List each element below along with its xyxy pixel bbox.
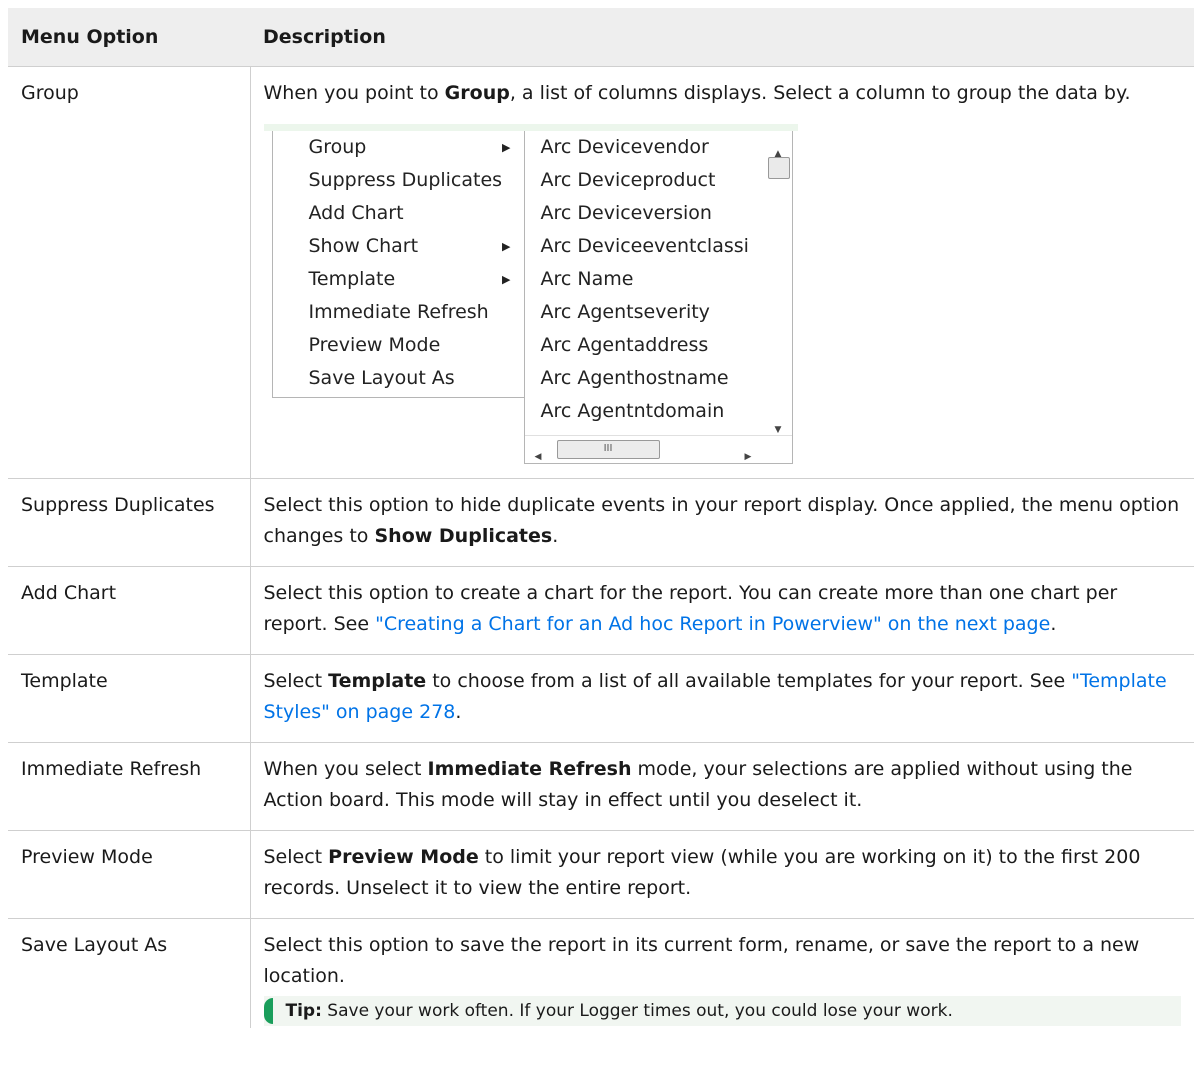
description-bold: Preview Mode — [328, 846, 479, 868]
caret-right-icon: ▶ — [502, 141, 511, 154]
description-bold: Template — [328, 670, 427, 692]
table-row: Template Select Template to choose from … — [8, 654, 1194, 743]
menu-item-label: Show Chart — [308, 235, 419, 257]
option-cell: Save Layout As — [8, 918, 251, 1028]
menu-item-label: Suppress Duplicates — [308, 169, 503, 191]
option-cell: Immediate Refresh — [8, 742, 251, 831]
menu-item-add-chart[interactable]: Add Chart — [273, 197, 525, 230]
context-menu-screenshot: Group ▶ Suppress Duplicates Add Chart Sho… — [263, 124, 804, 464]
submenu-item-column[interactable]: Arc Deviceversion — [525, 197, 767, 230]
table-row: Save Layout As Select this option to sav… — [8, 918, 1194, 1029]
description-text: When you select — [263, 758, 428, 780]
menu-options-table: Menu Option Description Group When you p… — [8, 8, 1194, 1028]
submenu-item-column[interactable]: Arc Agentseverity — [525, 296, 767, 329]
context-menu: Group ▶ Suppress Duplicates Add Chart Sho… — [271, 131, 526, 398]
menu-item-label: Add Chart — [308, 202, 404, 224]
submenu-item-column[interactable]: Arc Agentaddress — [525, 329, 767, 362]
menu-item-suppress-duplicates[interactable]: Suppress Duplicates — [273, 164, 525, 197]
menu-item-label: Group — [308, 136, 367, 158]
tip-label: Tip: — [285, 1001, 322, 1021]
horizontal-scrollbar[interactable]: ◀ III ▶ — [524, 435, 792, 463]
scroll-right-icon[interactable]: ▶ — [745, 442, 752, 463]
header-description: Description — [250, 8, 1194, 67]
description-text: Select — [263, 670, 329, 692]
submenu-item-column[interactable]: Arc Deviceeventclassi — [525, 230, 767, 263]
menu-item-group[interactable]: Group ▶ — [273, 131, 525, 164]
description-bold: Show Duplicates — [374, 525, 553, 547]
description-cell: When you select Immediate Refresh mode, … — [250, 742, 1194, 831]
cross-reference-link[interactable]: "Creating a Chart for an Ad hoc Report i… — [375, 613, 1050, 635]
description-text: Select — [263, 846, 329, 868]
description-cell: Select Preview Mode to limit your report… — [250, 830, 1194, 919]
option-cell: Group — [8, 66, 251, 479]
option-cell: Suppress Duplicates — [8, 478, 251, 567]
menu-item-label: Immediate Refresh — [308, 301, 489, 323]
description-cell: When you point to Group, a list of colum… — [250, 66, 1194, 479]
table-header-row: Menu Option Description — [8, 8, 1194, 67]
tip-accent-bar — [263, 998, 273, 1024]
menu-item-label: Save Layout As — [308, 367, 455, 389]
option-cell: Add Chart — [8, 566, 251, 655]
screenshot-header-band — [263, 124, 798, 131]
tip-callout: Tip: Save your work often. If your Logge… — [263, 996, 1181, 1026]
submenu-item-column[interactable]: Arc Agenthostname — [525, 362, 767, 395]
description-text: . — [552, 525, 559, 547]
vertical-scrollbar[interactable]: ▲ ▼ — [765, 131, 792, 436]
description-text: . — [1050, 613, 1057, 635]
menu-item-template[interactable]: Template ▶ — [273, 263, 525, 296]
caret-right-icon: ▶ — [502, 273, 511, 286]
tip-text: Save your work often. If your Logger tim… — [321, 1001, 953, 1021]
description-text: Select this option to save the report in… — [263, 934, 1140, 987]
table-row: Group When you point to Group, a list of… — [8, 66, 1194, 479]
description-cell: Select this option to save the report in… — [250, 919, 1194, 1029]
header-menu-option: Menu Option — [8, 8, 250, 67]
menu-item-label: Template — [308, 268, 396, 290]
description-cell: Select Template to choose from a list of… — [250, 654, 1194, 743]
caret-right-icon: ▶ — [502, 240, 511, 253]
menu-item-show-chart[interactable]: Show Chart ▶ — [273, 230, 525, 263]
menu-item-immediate-refresh[interactable]: Immediate Refresh — [273, 296, 525, 329]
description-bold: Group — [444, 82, 510, 104]
description-cell: Select this option to create a chart for… — [250, 566, 1194, 655]
table-row: Preview Mode Select Preview Mode to limi… — [8, 830, 1194, 919]
description-text: , a list of columns displays. Select a c… — [509, 82, 1131, 104]
description-cell: Select this option to hide duplicate eve… — [250, 478, 1194, 567]
menu-item-label: Preview Mode — [308, 334, 441, 356]
table-row: Immediate Refresh When you select Immedi… — [8, 742, 1194, 831]
group-column-submenu: Arc Devicevendor Arc Deviceproduct Arc D… — [523, 131, 793, 464]
vertical-scroll-thumb[interactable] — [767, 157, 790, 179]
horizontal-scroll-thumb[interactable]: III — [556, 440, 660, 459]
description-text: to choose from a list of all available t… — [426, 670, 1072, 692]
option-cell: Preview Mode — [8, 830, 251, 919]
scroll-left-icon[interactable]: ◀ — [535, 442, 542, 463]
description-text: . — [455, 701, 462, 723]
submenu-item-column[interactable]: Arc Devicevendor — [525, 131, 767, 164]
menu-item-save-layout-as[interactable]: Save Layout As — [273, 362, 525, 395]
description-text: When you point to — [263, 82, 445, 104]
table-row: Add Chart Select this option to create a… — [8, 566, 1194, 655]
table-row: Suppress Duplicates Select this option t… — [8, 478, 1194, 567]
description-bold: Immediate Refresh — [427, 758, 632, 780]
submenu-item-column[interactable]: Arc Name — [525, 263, 767, 296]
submenu-item-column[interactable]: Arc Deviceproduct — [525, 164, 767, 197]
menu-item-preview-mode[interactable]: Preview Mode — [273, 329, 525, 362]
submenu-item-column[interactable]: Arc Agentntdomain — [525, 395, 767, 428]
option-cell: Template — [8, 654, 251, 743]
